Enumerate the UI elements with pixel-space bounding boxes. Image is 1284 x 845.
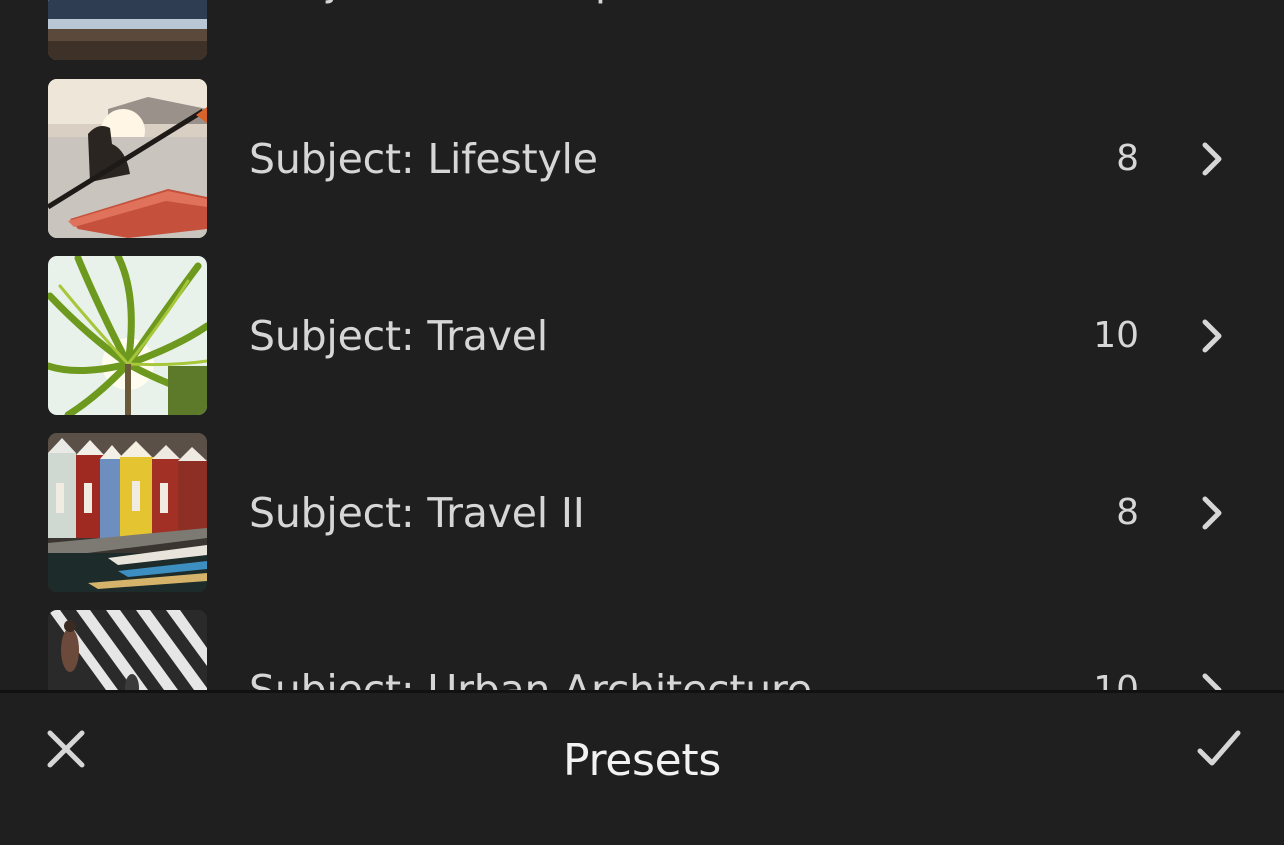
- preset-row-travel[interactable]: Subject: Travel 10: [0, 256, 1284, 416]
- preset-label: Subject: Travel II: [249, 489, 585, 537]
- preset-label: Subject: Landscape: [249, 0, 646, 61]
- preset-thumbnail-urban-architecture: [48, 610, 207, 690]
- chevron-right-icon: [1200, 672, 1226, 690]
- bottom-bar: Presets: [0, 690, 1284, 845]
- chevron-right-icon: [1200, 141, 1226, 177]
- chevron-right-icon: [1200, 495, 1226, 531]
- preset-thumbnail-travel: [48, 256, 207, 415]
- preset-count: 10: [1093, 669, 1139, 690]
- preset-row-landscape[interactable]: Subject: Landscape: [0, 0, 1284, 61]
- preset-label: Subject: Travel: [249, 312, 548, 360]
- preset-row-lifestyle[interactable]: Subject: Lifestyle 8: [0, 79, 1284, 239]
- preset-thumbnail-landscape: [48, 0, 207, 60]
- presets-panel: Subject: Landscape Subject: Lifestyl: [0, 0, 1284, 845]
- preset-row-travel-ii[interactable]: Subject: Travel II 8: [0, 433, 1284, 593]
- preset-row-urban-architecture[interactable]: Subject: Urban Architecture 10: [0, 610, 1284, 690]
- checkmark-icon[interactable]: [1196, 727, 1242, 771]
- preset-count: 8: [1116, 138, 1139, 179]
- preset-list[interactable]: Subject: Landscape Subject: Lifestyl: [0, 0, 1284, 690]
- panel-title: Presets: [562, 735, 722, 786]
- preset-count: 8: [1116, 492, 1139, 533]
- preset-label: Subject: Urban Architecture: [249, 666, 812, 690]
- preset-thumbnail-travel-ii: [48, 433, 207, 592]
- preset-label: Subject: Lifestyle: [249, 135, 598, 183]
- chevron-right-icon: [1200, 318, 1226, 354]
- preset-count: 10: [1093, 315, 1139, 356]
- preset-thumbnail-lifestyle: [48, 79, 207, 238]
